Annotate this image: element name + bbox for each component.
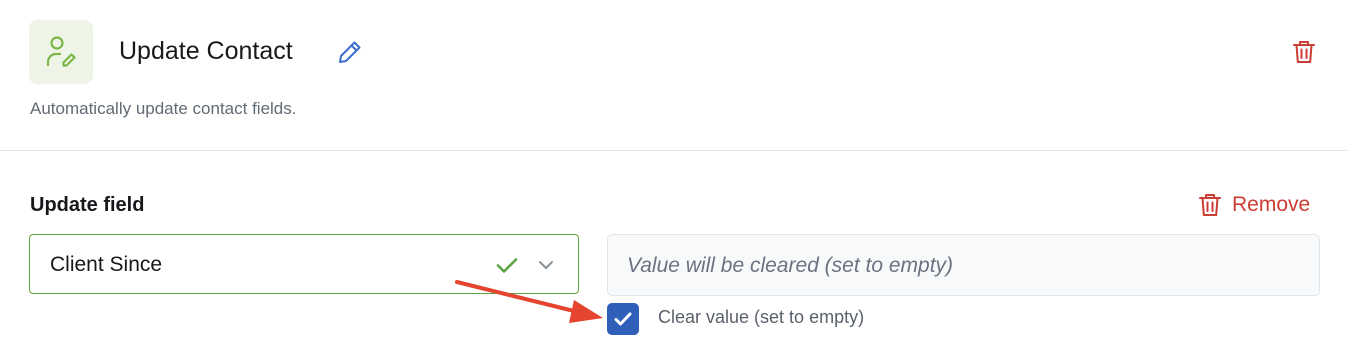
trash-icon: [1199, 194, 1221, 216]
field-select-value: Client Since: [50, 253, 163, 276]
value-input[interactable]: Value will be cleared (set to empty): [607, 234, 1320, 296]
update-contact-app-icon: [29, 20, 93, 84]
user-edit-icon: [46, 36, 76, 67]
update-field-label: Update field: [30, 194, 145, 216]
clear-value-checkbox-label[interactable]: Clear value (set to empty): [658, 306, 864, 328]
pencil-icon[interactable]: [336, 38, 364, 66]
page-title: Update Contact: [119, 37, 293, 65]
delete-action-trash-icon[interactable]: [1290, 38, 1318, 66]
remove-button[interactable]: Remove: [1196, 189, 1310, 221]
remove-button-label: Remove: [1232, 193, 1311, 216]
action-header: Update Contact Automatically update cont…: [0, 0, 1348, 151]
clear-value-checkbox[interactable]: [607, 303, 639, 335]
value-input-placeholder: Value will be cleared (set to empty): [627, 254, 954, 277]
page-subtitle: Automatically update contact fields.: [30, 99, 297, 118]
annotation-arrow-icon: [455, 280, 603, 323]
checkbox-check-icon: [614, 312, 632, 326]
